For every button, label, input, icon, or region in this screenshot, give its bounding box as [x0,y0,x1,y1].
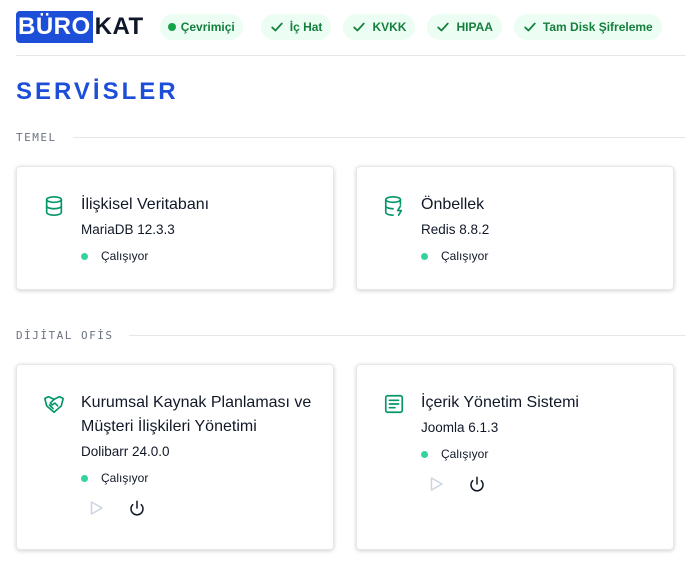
service-card-cms[interactable]: İçerik Yönetim Sistemi Joomla 6.1.3 Çalı… [356,364,674,550]
badge-internal-line: İç Hat [260,14,332,40]
service-status: Çalışıyor [81,249,317,263]
badge-label: İç Hat [289,20,323,34]
online-dot-icon [167,23,176,31]
power-icon[interactable] [468,475,486,493]
power-icon[interactable] [128,499,146,517]
service-title: İçerik Yönetim Sistemi [421,394,579,411]
badge-label: Tam Disk Şifreleme [542,20,653,34]
service-status: Çalışıyor [81,471,317,485]
page-title: SERVİSLER [16,78,179,105]
badge-full-disk-encryption: Tam Disk Şifreleme [513,14,662,40]
status-label: Çevrimiçi [180,20,235,34]
service-title: İlişkisel Veritabanı [81,196,210,213]
header-divider [16,55,686,56]
check-icon [437,22,450,32]
service-actions [421,475,657,493]
section-divider [72,137,686,138]
status-dot-icon [421,252,428,260]
document-icon [384,394,404,414]
service-card-erp-crm[interactable]: Kurumsal Kaynak Planlaması ve Müşteri İl… [16,364,334,550]
online-status-badge: Çevrimiçi [159,14,243,40]
service-card-relational-db[interactable]: İlişkisel Veritabanı MariaDB 12.3.3 Çalı… [16,166,334,290]
service-status: Çalışıyor [421,447,657,461]
service-status-label: Çalışıyor [101,471,149,485]
service-card-cache[interactable]: Önbellek Redis 8.8.2 Çalışıyor [356,166,674,290]
top-bar: BÜRO KAT Çevrimiçi İç Hat KVKK HIPAA Tam… [16,10,676,44]
section-label-core: TEMEL [16,131,686,144]
status-dot-icon [81,474,88,482]
badge-hipaa: HIPAA [427,14,502,40]
check-icon [271,22,283,32]
status-dot-icon [81,252,88,260]
database-icon [45,196,63,216]
play-icon[interactable] [427,475,445,493]
database-bolt-icon [384,196,403,216]
play-icon[interactable] [87,499,105,517]
service-status-label: Çalışıyor [101,249,149,263]
section-divider [129,335,686,336]
service-status: Çalışıyor [421,249,657,263]
section-label-digital-office: DİJİTAL OFİS [16,329,686,342]
service-status-label: Çalışıyor [441,447,489,461]
service-version: MariaDB 12.3.3 [81,222,175,237]
service-version: Joomla 6.1.3 [421,420,499,435]
check-icon [524,22,536,32]
handshake-icon [44,395,64,414]
service-title: Kurumsal Kaynak Planlaması ve Müşteri İl… [81,394,312,435]
section-label-text: TEMEL [16,131,57,144]
logo-highlight: BÜRO [16,11,93,43]
check-icon [353,22,366,32]
service-version: Dolibarr 24.0.0 [81,444,170,459]
logo[interactable]: BÜRO KAT [16,11,144,43]
service-version: Redis 8.8.2 [421,222,490,237]
badge-label: HIPAA [456,20,493,34]
service-title: Önbellek [421,196,485,213]
logo-text: KAT [94,13,144,40]
badge-label: KVKK [372,20,407,34]
service-actions [81,499,317,517]
status-dot-icon [421,450,428,458]
service-status-label: Çalışıyor [441,249,489,263]
section-label-text: DİJİTAL OFİS [16,329,114,342]
badge-kvkk: KVKK [343,14,416,40]
